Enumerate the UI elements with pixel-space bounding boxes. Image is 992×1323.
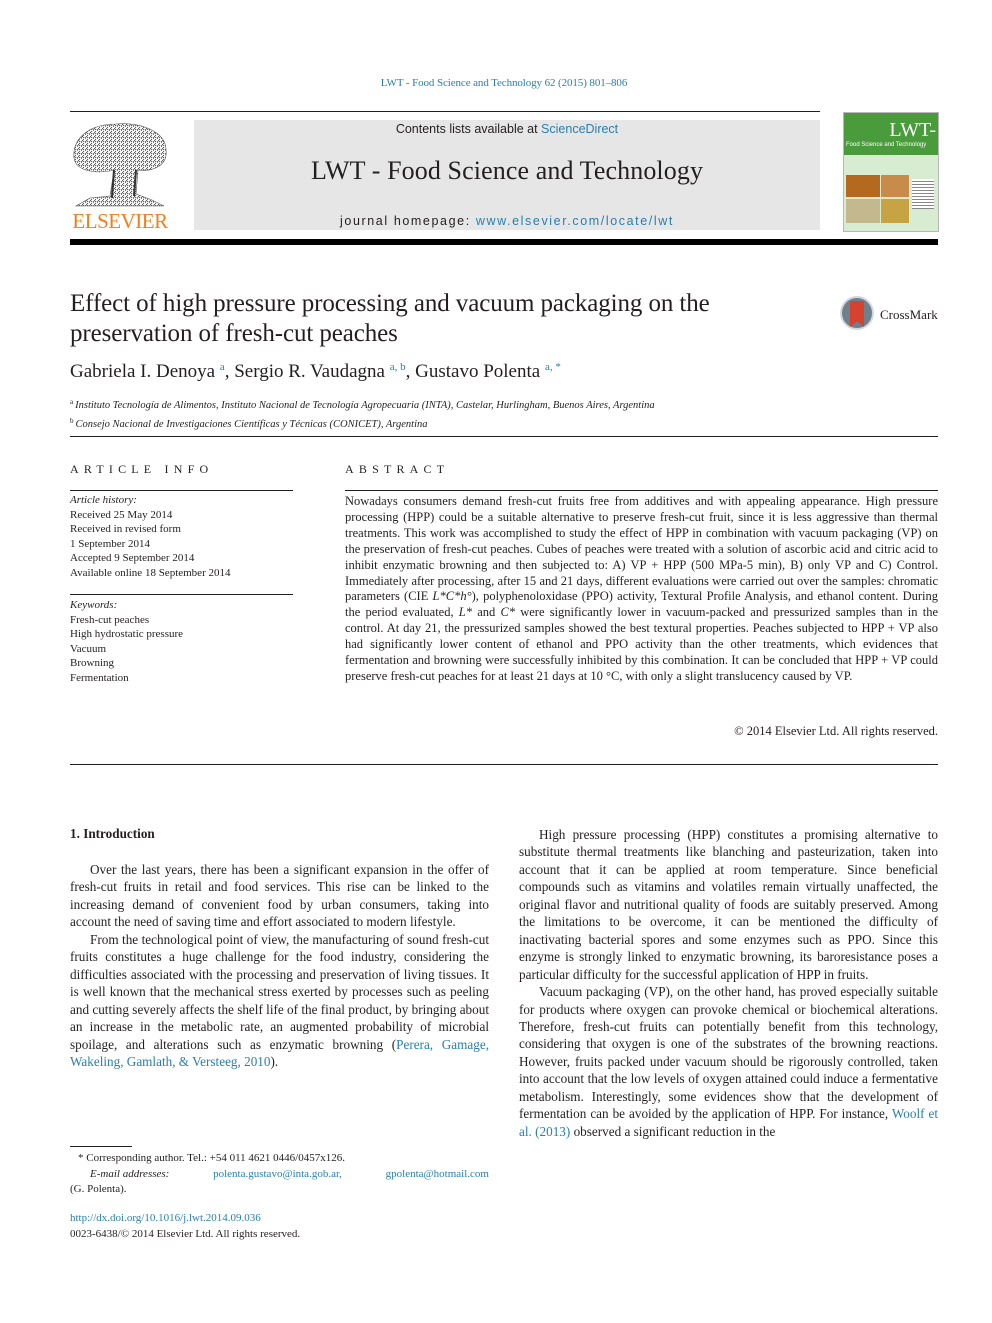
keyword-item: Fermentation xyxy=(70,671,129,684)
keyword-item: High hydrostatic pressure xyxy=(70,628,184,640)
history-item: Received in revised form xyxy=(70,523,181,535)
homepage-line: journal homepage: www.elsevier.com/locat… xyxy=(194,214,820,228)
body-paragraph: Over the last years, there has been a si… xyxy=(70,862,489,930)
cover-text-block xyxy=(912,179,934,209)
body-text: Vacuum packaging (VP), on the other hand… xyxy=(519,984,938,1122)
cover-image-mix xyxy=(881,199,909,223)
keywords-rule xyxy=(70,594,293,595)
contents-line: Contents lists available at ScienceDirec… xyxy=(194,122,820,136)
crossmark-button[interactable]: CrossMark xyxy=(840,296,950,336)
article-history-label: Article history: xyxy=(70,494,137,506)
affiliation-text: Instituto Tecnología de Alimentos, Insti… xyxy=(75,400,655,411)
footnote-rule xyxy=(70,1146,132,1147)
contents-prefix: Contents lists available at xyxy=(395,122,542,136)
cover-title: LWT- xyxy=(889,119,936,141)
elsevier-logo[interactable]: ELSEVIER xyxy=(68,120,172,233)
abstract-bottom-rule xyxy=(70,764,938,765)
keyword-item: Vacuum xyxy=(70,642,107,655)
keywords: Keywords: Fresh-cut peaches High hydrost… xyxy=(70,598,183,685)
author-name[interactable]: Gustavo Polenta xyxy=(415,361,540,382)
cover-image-grain xyxy=(846,199,880,223)
abstract-part: and xyxy=(472,605,501,620)
body-paragraph: Vacuum packaging (VP), on the other hand… xyxy=(519,983,938,1140)
body-text: observed a significant reduction in the xyxy=(570,1123,776,1139)
elsevier-wordmark: ELSEVIER xyxy=(72,209,168,233)
body-column-right: High pressure processing (HPP) constitut… xyxy=(519,826,938,1140)
author-affiliation-mark[interactable]: a, * xyxy=(545,361,561,373)
affiliation-mark: a xyxy=(70,398,74,406)
journal-reference-link[interactable]: LWT - Food Science and Technology 62 (20… xyxy=(0,77,992,89)
affiliation-item: b Consejo Nacional de Investigaciones Cie… xyxy=(70,414,655,433)
issn-copyright: 0023-6438/© 2014 Elsevier Ltd. All right… xyxy=(70,1228,301,1240)
article-info-rule xyxy=(70,490,293,491)
journal-homepage-link[interactable]: www.elsevier.com/locate/lwt xyxy=(476,214,674,228)
article-title-line-1: Effect of high pressure processing and v… xyxy=(70,290,710,317)
email-owner: (G. Polenta). xyxy=(70,1183,127,1195)
email-link-inta[interactable]: polenta.gustavo@inta.gob.ar, xyxy=(213,1167,342,1183)
crossmark-label: CrossMark xyxy=(880,307,938,322)
cover-subtitle: Food Science and Technology xyxy=(846,142,927,148)
abstract-cie-parameters: L*C*h° xyxy=(432,589,472,604)
keyword-item: Fresh-cut peaches xyxy=(70,613,150,626)
article-history: Article history: Received 25 May 2014 Re… xyxy=(70,493,230,580)
author-name[interactable]: Sergio R. Vaudagna xyxy=(234,361,385,382)
article-title: Effect of high pressure processing and v… xyxy=(70,289,810,349)
keywords-label: Keywords: xyxy=(70,599,118,611)
abstract-c-star: C* xyxy=(500,605,516,620)
author-name[interactable]: Gabriela I. Denoya xyxy=(70,361,215,382)
body-text: From the technological point of view, th… xyxy=(70,931,489,1052)
body-text: ). xyxy=(270,1053,279,1069)
affiliation-mark: b xyxy=(70,416,74,425)
history-item: 1 September 2014 xyxy=(70,537,151,550)
sciencedirect-link[interactable]: ScienceDirect xyxy=(541,122,618,136)
email-label: E-mail addresses: xyxy=(90,1167,170,1180)
abstract-l-star: L* xyxy=(458,605,472,620)
header-top-rule xyxy=(70,111,820,112)
author-affiliation-mark[interactable]: a, b xyxy=(390,361,406,373)
author-affiliation-mark[interactable]: a xyxy=(220,361,225,373)
email-row: E-mail addresses: polenta.gustavo@inta.g… xyxy=(70,1167,489,1183)
journal-cover-thumbnail[interactable]: LWT- Food Science and Technology xyxy=(843,112,939,232)
article-title-line-2: preservation of fresh-cut peaches xyxy=(70,320,398,347)
section-heading-introduction: 1. Introduction xyxy=(70,826,155,841)
abstract-text: Nowadays consumers demand fresh-cut frui… xyxy=(345,494,938,685)
header-thick-rule xyxy=(70,239,938,245)
journal-masthead: Contents lists available at ScienceDirec… xyxy=(194,120,820,230)
body-column-left: Over the last years, there has been a si… xyxy=(70,861,489,1070)
corresponding-author-footnote: * Corresponding author. Tel.: +54 011 46… xyxy=(70,1151,489,1198)
corresponding-author-note: * Corresponding author. Tel.: +54 011 46… xyxy=(78,1152,345,1164)
journal-title: LWT - Food Science and Technology xyxy=(310,156,704,185)
cover-image-jars xyxy=(881,175,909,197)
abstract-rule xyxy=(345,490,938,491)
keyword-item: Browning xyxy=(70,657,114,669)
homepage-prefix: journal homepage: xyxy=(340,214,476,228)
abstract-part: Nowadays consumers demand fresh-cut frui… xyxy=(345,494,938,604)
affiliations: a Instituto Tecnología de Alimentos, Inst… xyxy=(70,395,655,432)
title-block-rule xyxy=(70,436,938,437)
history-item: Received 25 May 2014 xyxy=(70,508,173,521)
affiliation-item: a Instituto Tecnología de Alimentos, Inst… xyxy=(70,395,655,414)
doi-link[interactable]: http://dx.doi.org/10.1016/j.lwt.2014.09.… xyxy=(70,1212,261,1224)
email-link-hotmail[interactable]: gpolenta@hotmail.com xyxy=(386,1167,489,1183)
author-list: Gabriela I. Denoya a, Sergio R. Vaudagna… xyxy=(70,361,561,382)
history-item: Accepted 9 September 2014 xyxy=(70,552,195,564)
abstract-copyright: © 2014 Elsevier Ltd. All rights reserved… xyxy=(734,724,938,738)
abstract-heading: ABSTRACT xyxy=(345,462,450,476)
cover-image-fruit xyxy=(846,175,880,197)
body-paragraph: From the technological point of view, th… xyxy=(70,931,489,1071)
doi-block: http://dx.doi.org/10.1016/j.lwt.2014.09.… xyxy=(70,1210,300,1242)
affiliation-text: Consejo Nacional de Investigaciones Cien… xyxy=(75,418,428,430)
history-item: Available online 18 September 2014 xyxy=(70,566,231,579)
article-info-heading: ARTICLE INFO xyxy=(70,462,214,476)
body-paragraph: High pressure processing (HPP) constitut… xyxy=(519,827,938,982)
elsevier-tree-icon xyxy=(73,123,167,207)
